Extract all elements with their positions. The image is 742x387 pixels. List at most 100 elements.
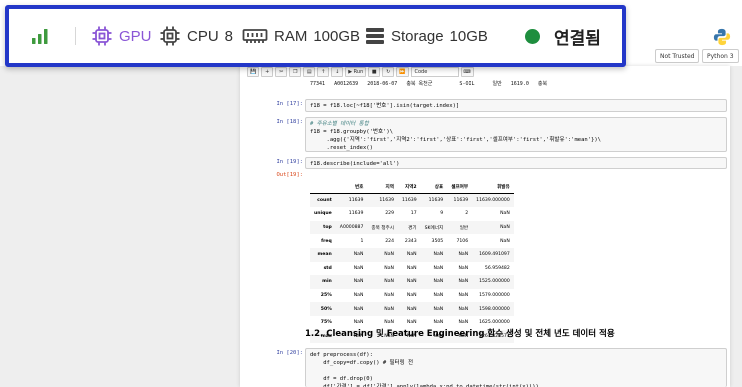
- table-cell: SK에너지: [424, 225, 444, 231]
- stop-icon[interactable]: ■: [368, 67, 381, 77]
- move-up-icon[interactable]: ↑: [317, 67, 330, 77]
- connection-status: 연결됨: [525, 9, 601, 63]
- code-cell[interactable]: In [19]: f18.describe(include='all'): [245, 157, 727, 169]
- connection-label: 연결됨: [554, 28, 601, 48]
- table-cell: 1609.491097: [479, 252, 510, 258]
- table-cell: 11639: [428, 198, 444, 204]
- table-cell: 2343: [404, 238, 417, 244]
- column-header: 지역2: [398, 180, 421, 195]
- storage-value: 10GB: [449, 27, 488, 45]
- table-cell: NaN: [406, 279, 417, 285]
- table-cell: NaN: [433, 293, 444, 299]
- row-index: std: [323, 265, 332, 271]
- keyboard-icon[interactable]: ⌨: [460, 67, 474, 77]
- restart-icon[interactable]: ↻: [382, 67, 395, 77]
- table-cell: NaN: [384, 265, 394, 271]
- table-row: count 11639 11639 11639 11639 11639 11639.0000…: [310, 193, 514, 208]
- paste-icon[interactable]: ▤: [303, 67, 316, 77]
- cell-prompt: In [17]:: [276, 101, 304, 107]
- column-header: 휘발유: [472, 180, 514, 195]
- code-comment: # 주유소별 데이터 통합: [310, 121, 369, 127]
- table-cell: NaN: [406, 252, 417, 258]
- row-index: min: [322, 279, 332, 285]
- chip-icon: [92, 26, 112, 46]
- code-cell[interactable]: In [20]: def preprocess(df): df_copy=df.…: [245, 348, 727, 387]
- table-cell: 11639: [453, 198, 469, 204]
- signal-indicator: [31, 9, 49, 63]
- table-cell: 11639: [348, 198, 364, 204]
- save-icon[interactable]: 💾: [247, 67, 260, 77]
- table-cell: 7106: [456, 238, 469, 244]
- table-cell: A0000887: [339, 225, 364, 231]
- gpu-label: GPU: [119, 27, 152, 45]
- table-cell: 경기: [408, 225, 417, 231]
- code-input[interactable]: def preprocess(df): df_copy=df.copy() # …: [305, 348, 727, 387]
- table-cell: NaN: [458, 279, 469, 285]
- cut-icon[interactable]: ✂: [275, 67, 288, 77]
- section-heading: 1.2. Cleansing 및 Feature Engineering 함수 …: [305, 329, 615, 339]
- table-cell: NaN: [406, 265, 417, 271]
- table-cell: NaN: [458, 265, 469, 271]
- run-button[interactable]: ▶ Run: [345, 67, 367, 77]
- row-index: 50%: [320, 306, 332, 312]
- table-cell: NaN: [353, 306, 364, 312]
- gpu-indicator: GPU: [91, 9, 152, 63]
- table-cell: NaN: [433, 252, 444, 258]
- table-row: std NaN NaN NaN NaN NaN 56.959482: [310, 262, 514, 276]
- connected-dot-icon: [525, 28, 540, 44]
- code-cell[interactable]: In [17]: f18 = f18.loc[~f18['번호'].isin(t…: [245, 99, 727, 112]
- add-cell-icon[interactable]: +: [261, 67, 274, 77]
- table-cell: NaN: [458, 293, 469, 299]
- storage-icon: [366, 28, 384, 44]
- table-cell: 2: [465, 211, 469, 217]
- kernel-badge[interactable]: Python 3: [702, 49, 739, 63]
- table-cell: 11639: [402, 198, 417, 204]
- table-cell: 11639: [379, 198, 394, 204]
- cell-prompt: In [19]:: [276, 159, 304, 165]
- code-cell[interactable]: In [18]: # 주유소별 데이터 통합 f18 = f18.groupby…: [245, 117, 727, 152]
- row-index: freq: [321, 238, 332, 244]
- table-cell: NaN: [500, 225, 510, 231]
- resource-status-bar: GPU CPU 8 RAM 100GB Storage 10GB 연결됨: [5, 5, 626, 67]
- previous-output-row: 77341 A0012639 2018-06-07 충북 옥천군 S-OIL 일…: [310, 81, 548, 87]
- row-index: count: [317, 198, 332, 204]
- python-logo-icon: [713, 28, 731, 46]
- table-cell: 1525.000000: [479, 279, 510, 285]
- cell-type-select[interactable]: Code: [410, 67, 459, 77]
- table-cell: NaN: [406, 293, 417, 299]
- table-cell: 56.959482: [484, 265, 510, 271]
- table-cell: NaN: [384, 306, 394, 312]
- column-header: 셀프여부: [447, 180, 473, 195]
- restart-run-icon[interactable]: ⏩: [396, 67, 409, 77]
- code-input[interactable]: f18 = f18.loc[~f18['번호'].isin(target.ind…: [305, 99, 727, 112]
- column-header: 번호: [335, 180, 368, 195]
- not-trusted-badge[interactable]: Not Trusted: [655, 49, 700, 63]
- copy-icon[interactable]: ❐: [289, 67, 302, 77]
- table-cell: NaN: [384, 293, 394, 299]
- ram-indicator: RAM 100GB: [242, 9, 360, 63]
- table-cell: 1579.000000: [479, 293, 510, 299]
- table-cell: 일반: [459, 225, 469, 231]
- table-cell: NaN: [406, 306, 417, 312]
- table-body: count 11639 11639 11639 11639 11639 11639.0000…: [310, 193, 514, 344]
- table-row: top A0000887 충북 청주시 경기 SK에너지 일반 NaN: [310, 220, 514, 235]
- table-cell: NaN: [353, 293, 364, 299]
- table-cell: 9: [440, 211, 444, 217]
- code-input[interactable]: # 주유소별 데이터 통합 f18 = f18.groupby('번호')\ .…: [305, 117, 727, 152]
- cpu-value: 8: [224, 27, 234, 45]
- column-header: 지역: [367, 180, 398, 195]
- code-input[interactable]: f18.describe(include='all'): [305, 157, 727, 169]
- table-cell: NaN: [500, 211, 510, 217]
- memory-icon: [242, 29, 268, 43]
- table-cell: NaN: [458, 306, 469, 312]
- table-cell: 1: [360, 238, 364, 244]
- table-corner: [310, 180, 336, 195]
- signal-bars-icon: [32, 29, 48, 44]
- cpu-indicator: CPU 8: [159, 9, 233, 63]
- table-cell: 1598.000000: [479, 306, 510, 312]
- table-cell: NaN: [433, 265, 444, 271]
- move-down-icon[interactable]: ↓: [331, 67, 344, 77]
- table-cell: NaN: [433, 279, 444, 285]
- table-cell: 충북 청주시: [371, 225, 394, 231]
- row-index: unique: [314, 211, 332, 217]
